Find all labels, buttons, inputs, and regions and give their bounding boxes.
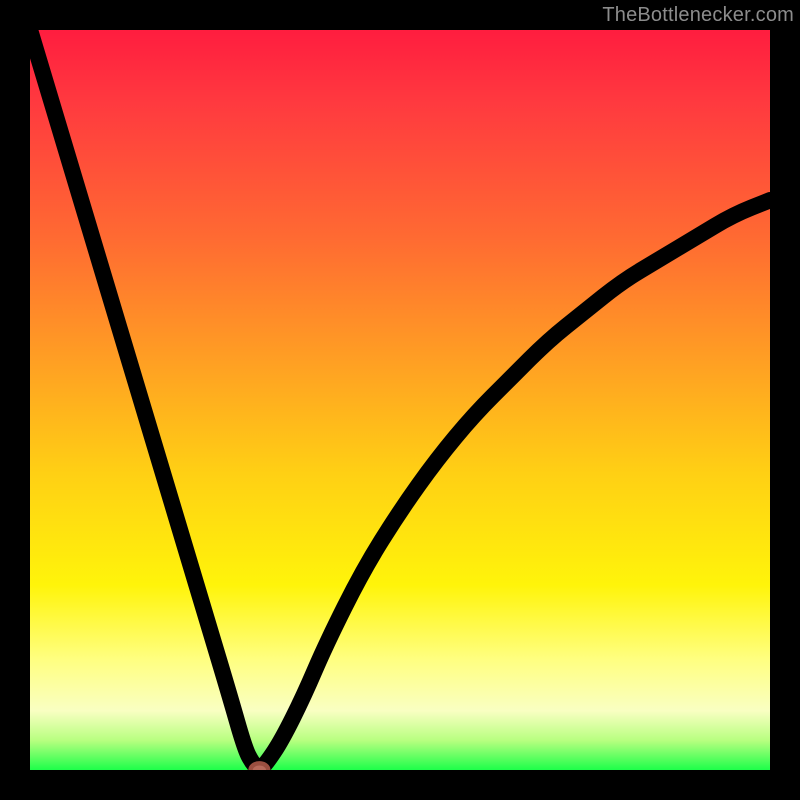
chart-plot-area [30, 30, 770, 770]
chart-svg [30, 30, 770, 770]
bottleneck-curve [30, 30, 770, 768]
watermark-label: TheBottlenecker.com [602, 4, 794, 27]
chart-frame: TheBottlenecker.com [0, 0, 800, 800]
minimum-marker-icon [251, 763, 269, 770]
